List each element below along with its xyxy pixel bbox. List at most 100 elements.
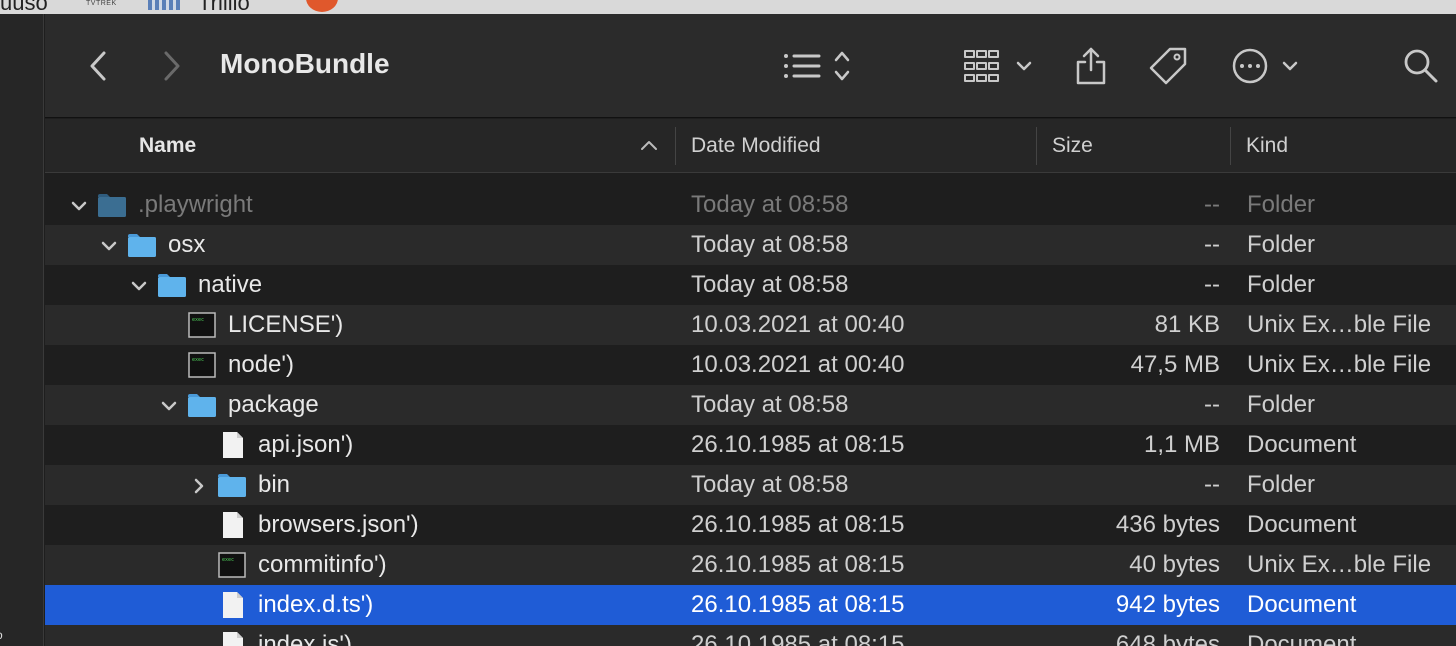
- menu-bar-fragment: Trillio: [198, 0, 250, 14]
- file-name: api.json'): [258, 431, 354, 458]
- file-size: --: [1204, 471, 1220, 498]
- file-size: --: [1204, 231, 1220, 258]
- file-kind: Folder: [1247, 231, 1316, 258]
- file-size: --: [1204, 391, 1220, 418]
- terminal-file-icon: exec: [187, 352, 217, 378]
- svg-text:exec: exec: [192, 317, 204, 323]
- file-kind: Unix Ex…ble File: [1247, 351, 1432, 378]
- file-size: 47,5 MB: [1130, 351, 1220, 378]
- svg-text:exec: exec: [192, 357, 204, 363]
- document-icon: [217, 512, 247, 538]
- document-icon: [217, 592, 247, 618]
- app-icon: [148, 0, 180, 10]
- file-row[interactable]: package Today at 08:58 -- Folder: [45, 385, 1456, 425]
- file-kind: Unix Ex…ble File: [1247, 551, 1432, 578]
- folder-icon: [157, 272, 187, 298]
- file-size: 436 bytes: [1115, 511, 1220, 538]
- file-kind: Folder: [1247, 191, 1316, 218]
- folder-icon: [97, 192, 127, 218]
- file-name: node'): [228, 351, 294, 378]
- file-date-modified: 26.10.1985 at 08:15: [691, 511, 905, 538]
- file-date-modified: 26.10.1985 at 08:15: [691, 591, 905, 618]
- folder-icon: [217, 472, 247, 498]
- file-date-modified: Today at 08:58: [691, 391, 849, 418]
- file-size: 1,1 MB: [1143, 431, 1220, 458]
- file-name: osx: [168, 231, 206, 258]
- file-date-modified: Today at 08:58: [691, 471, 849, 498]
- file-name: bin: [258, 471, 291, 498]
- file-date-modified: Today at 08:58: [691, 271, 849, 298]
- file-size: --: [1204, 271, 1220, 298]
- file-date-modified: 10.03.2021 at 00:40: [691, 351, 905, 378]
- menu-bar-fragment: uuso: [0, 0, 48, 14]
- file-kind: Document: [1247, 511, 1357, 538]
- column-kind[interactable]: Kind: [1246, 119, 1288, 173]
- folder-icon: [187, 392, 217, 418]
- file-name: LICENSE'): [228, 311, 344, 338]
- file-date-modified: 26.10.1985 at 08:15: [691, 631, 905, 646]
- column-divider[interactable]: [1036, 127, 1037, 165]
- ellipsis-circle-icon[interactable]: [1231, 46, 1305, 86]
- app-icon-label: TVTREK: [86, 0, 117, 7]
- column-divider[interactable]: [1230, 127, 1231, 165]
- disclosure-collapsed-icon[interactable]: [189, 475, 209, 495]
- file-row[interactable]: api.json') 26.10.1985 at 08:15 1,1 MB Docum…: [45, 425, 1456, 465]
- window-title: MonoBundle: [220, 48, 390, 79]
- file-row[interactable]: exec LICENSE') 10.03.2021 at 00:40 81 KB Uni…: [45, 305, 1456, 345]
- file-list: .playwright Today at 08:58 -- Folder osx Toda…: [45, 185, 1456, 646]
- search-icon[interactable]: [1401, 46, 1441, 86]
- file-row[interactable]: osx Today at 08:58 -- Folder: [45, 225, 1456, 265]
- file-row[interactable]: exec node') 10.03.2021 at 00:40 47,5 MB Unix…: [45, 345, 1456, 385]
- document-icon: [217, 432, 247, 458]
- file-name: browsers.json'): [258, 511, 419, 538]
- file-kind: Document: [1247, 631, 1357, 646]
- file-kind: Folder: [1247, 271, 1316, 298]
- file-name: native: [198, 271, 263, 298]
- tag-icon[interactable]: [1147, 46, 1189, 86]
- file-kind: Document: [1247, 431, 1357, 458]
- file-date-modified: 26.10.1985 at 08:15: [691, 551, 905, 578]
- menu-bar-strip: uuso TVTREK Trillio: [0, 0, 1456, 14]
- file-name: index.d.ts'): [258, 591, 374, 618]
- file-name: index.js'): [258, 631, 352, 646]
- sidebar-fragment: o: [0, 628, 3, 642]
- folder-icon: [127, 232, 157, 258]
- document-icon: [217, 632, 247, 646]
- disclosure-expanded-icon[interactable]: [69, 195, 89, 215]
- file-size: 648 bytes: [1115, 631, 1220, 646]
- file-row[interactable]: native Today at 08:58 -- Folder: [45, 265, 1456, 305]
- file-row[interactable]: exec commitinfo') 26.10.1985 at 08:15 40 by…: [45, 545, 1456, 585]
- file-row[interactable]: .playwright Today at 08:58 -- Folder: [45, 185, 1456, 225]
- file-date-modified: Today at 08:58: [691, 231, 849, 258]
- column-date-modified[interactable]: Date Modified: [691, 119, 821, 173]
- svg-text:exec: exec: [222, 557, 234, 563]
- file-size: 40 bytes: [1129, 551, 1220, 578]
- file-size: 81 KB: [1154, 311, 1220, 338]
- file-name: commitinfo'): [258, 551, 387, 578]
- list-view-icon[interactable]: [781, 46, 857, 86]
- file-date-modified: Today at 08:58: [691, 191, 849, 218]
- finder-toolbar: MonoBundle: [45, 14, 1456, 118]
- disclosure-expanded-icon[interactable]: [99, 235, 119, 255]
- sidebar-edge: o: [0, 14, 44, 646]
- column-name[interactable]: Name: [139, 119, 196, 173]
- file-row[interactable]: index.js') 26.10.1985 at 08:15 648 bytes Do…: [45, 625, 1456, 646]
- file-row[interactable]: browsers.json') 26.10.1985 at 08:15 436 by…: [45, 505, 1456, 545]
- chevron-right-icon[interactable]: [155, 46, 189, 86]
- file-row-selected[interactable]: index.d.ts') 26.10.1985 at 08:15 942 bytes…: [45, 585, 1456, 625]
- file-size: 942 bytes: [1115, 591, 1220, 618]
- grid-group-icon[interactable]: [963, 46, 1037, 86]
- column-divider[interactable]: [675, 127, 676, 165]
- chevron-up-icon[interactable]: [640, 138, 658, 157]
- file-row[interactable]: bin Today at 08:58 -- Folder: [45, 465, 1456, 505]
- file-kind: Document: [1247, 591, 1357, 618]
- column-size[interactable]: Size: [1052, 119, 1093, 173]
- disclosure-expanded-icon[interactable]: [129, 275, 149, 295]
- share-icon[interactable]: [1073, 44, 1109, 88]
- file-name: package: [228, 391, 319, 418]
- disclosure-expanded-icon[interactable]: [159, 395, 179, 415]
- chevron-left-icon[interactable]: [81, 46, 115, 86]
- terminal-file-icon: exec: [217, 552, 247, 578]
- file-name: .playwright: [138, 191, 253, 218]
- file-kind: Folder: [1247, 391, 1316, 418]
